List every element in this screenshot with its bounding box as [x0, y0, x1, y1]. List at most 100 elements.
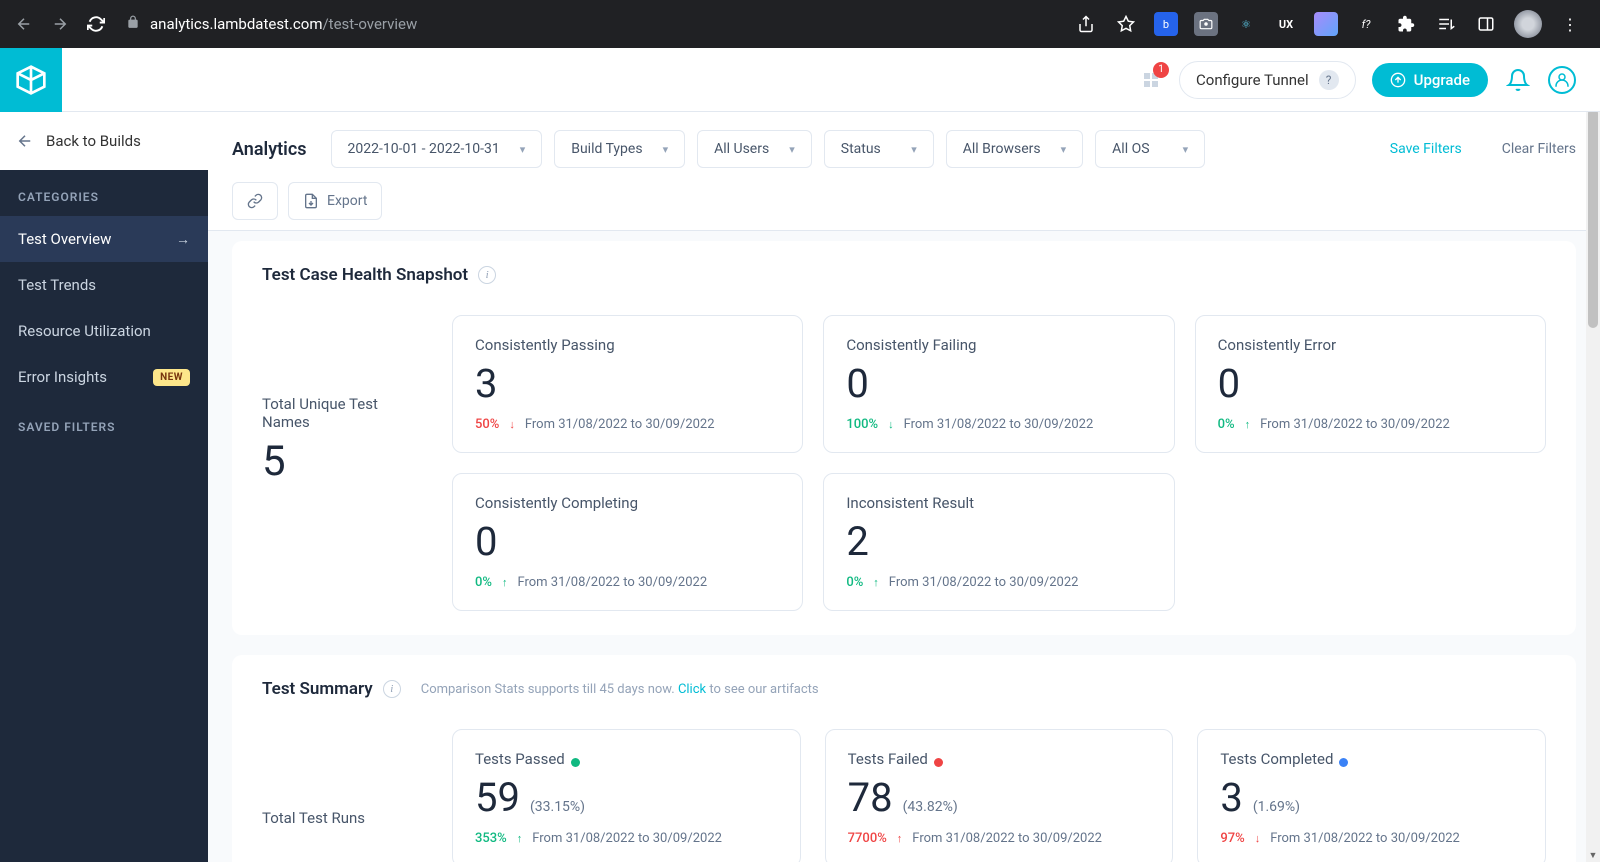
- metric-meta: 100% ↓ From 31/08/2022 to 30/09/2022: [846, 417, 1151, 432]
- scrollbar-thumb[interactable]: [1588, 108, 1598, 328]
- metric-date-range: From 31/08/2022 to 30/09/2022: [912, 831, 1102, 846]
- filters-bar: Analytics 2022-10-01 - 2022-10-31▾ Build…: [208, 112, 1600, 231]
- sidebar-item-label: Error Insights: [18, 368, 107, 386]
- browser-back-button[interactable]: [10, 10, 38, 38]
- sidebar-item-test-overview[interactable]: Test Overview →: [0, 216, 208, 262]
- metric-pct: 100%: [846, 417, 878, 432]
- extension-icon[interactable]: b: [1154, 12, 1178, 36]
- trend-arrow-icon: ↑: [873, 576, 879, 589]
- metric-meta: 7700% ↑ From 31/08/2022 to 30/09/2022: [848, 831, 1151, 846]
- metric-value-row: 3 (1.69%): [1220, 774, 1523, 831]
- metric-date-range: From 31/08/2022 to 30/09/2022: [525, 417, 715, 432]
- status-dot: [934, 758, 943, 767]
- browser-url-bar[interactable]: analytics.lambdatest.com/test-overview: [126, 15, 1066, 33]
- chevron-down-icon: ▾: [520, 143, 526, 156]
- upgrade-label: Upgrade: [1414, 71, 1470, 89]
- metric-value: 59: [475, 774, 520, 821]
- health-metric-card: Consistently Error 0 0% ↑ From 31/08/202…: [1195, 315, 1546, 453]
- browser-actions: b ⚛ UX f? ⋮: [1074, 10, 1590, 38]
- save-filters-button[interactable]: Save Filters: [1390, 141, 1462, 157]
- profile-avatar[interactable]: [1514, 10, 1542, 38]
- ux-icon[interactable]: UX: [1274, 12, 1298, 36]
- metric-label-row: Tests Passed: [475, 750, 778, 774]
- metric-pct: 0%: [475, 575, 492, 590]
- browser-forward-button[interactable]: [46, 10, 74, 38]
- extensions-icon[interactable]: [1394, 12, 1418, 36]
- user-avatar-icon[interactable]: [1548, 66, 1576, 94]
- metric-meta: 97% ↓ From 31/08/2022 to 30/09/2022: [1220, 831, 1523, 846]
- sidebar-item-test-trends[interactable]: Test Trends: [0, 262, 208, 308]
- metric-label: Inconsistent Result: [846, 494, 1151, 512]
- metric-label-row: Tests Failed: [848, 750, 1151, 774]
- chevron-down-icon: ▾: [663, 143, 669, 156]
- arrow-left-icon: [16, 132, 34, 150]
- metric-pct: 0%: [846, 575, 863, 590]
- app-logo[interactable]: [0, 48, 62, 112]
- react-icon[interactable]: ⚛: [1234, 12, 1258, 36]
- page-title: Analytics: [232, 139, 307, 160]
- sidebar: Back to Builds CATEGORIES Test Overview …: [0, 48, 208, 862]
- metric-value: 3: [1220, 774, 1242, 821]
- summary-metric-card: Tests Completed 3 (1.69%) 97% ↓ From 31/…: [1197, 729, 1546, 862]
- users-filter[interactable]: All Users▾: [697, 130, 812, 168]
- health-panel-title: Test Case Health Snapshot: [262, 265, 468, 285]
- browser-reload-button[interactable]: [82, 10, 110, 38]
- sidebar-item-resource-utilization[interactable]: Resource Utilization: [0, 308, 208, 354]
- metric-value: 0: [1218, 360, 1523, 407]
- info-icon[interactable]: i: [478, 266, 496, 284]
- metric-date-range: From 31/08/2022 to 30/09/2022: [1260, 417, 1450, 432]
- export-button[interactable]: Export: [288, 182, 382, 220]
- chevron-down-icon: ▾: [1061, 143, 1067, 156]
- clear-filters-button[interactable]: Clear Filters: [1502, 141, 1576, 157]
- metric-label: Consistently Completing: [475, 494, 780, 512]
- trend-arrow-icon: ↓: [509, 418, 515, 431]
- back-label: Back to Builds: [46, 132, 141, 150]
- total-runs-label: Total Test Runs: [262, 809, 422, 827]
- health-metric-card: Consistently Completing 0 0% ↑ From 31/0…: [452, 473, 803, 611]
- apps-grid-button[interactable]: 1: [1139, 68, 1163, 92]
- metric-meta: 0% ↑ From 31/08/2022 to 30/09/2022: [846, 575, 1151, 590]
- link-icon: [247, 193, 263, 209]
- configure-tunnel-button[interactable]: Configure Tunnel ?: [1179, 61, 1356, 99]
- metric-label: Consistently Error: [1218, 336, 1523, 354]
- metric-value: 0: [475, 518, 780, 565]
- info-icon[interactable]: i: [383, 680, 401, 698]
- camera-icon[interactable]: [1194, 12, 1218, 36]
- metric-value: 3: [475, 360, 780, 407]
- browsers-filter[interactable]: All Browsers▾: [946, 130, 1083, 168]
- metric-meta: 0% ↑ From 31/08/2022 to 30/09/2022: [1218, 417, 1523, 432]
- bookmark-icon[interactable]: [1114, 12, 1138, 36]
- share-icon[interactable]: [1074, 12, 1098, 36]
- categories-header: CATEGORIES: [0, 170, 208, 216]
- summary-note-link[interactable]: Click: [678, 682, 706, 697]
- scrollbar-track[interactable]: ▲ ▼: [1586, 48, 1600, 862]
- build-types-filter[interactable]: Build Types▾: [554, 130, 685, 168]
- browser-chrome: analytics.lambdatest.com/test-overview b…: [0, 0, 1600, 48]
- metric-sub-pct: (1.69%): [1253, 799, 1300, 815]
- date-range-filter[interactable]: 2022-10-01 - 2022-10-31▾: [331, 130, 543, 168]
- scroll-down-icon[interactable]: ▼: [1586, 848, 1600, 862]
- metric-value: 0: [846, 360, 1151, 407]
- notifications-icon[interactable]: [1504, 66, 1532, 94]
- extension-icon-3[interactable]: f?: [1354, 12, 1378, 36]
- url-domain: analytics.lambdatest.com: [150, 15, 322, 33]
- metric-pct: 353%: [475, 831, 507, 846]
- summary-note: Comparison Stats supports till 45 days n…: [421, 682, 819, 697]
- panel-icon[interactable]: [1474, 12, 1498, 36]
- health-panel: Test Case Health Snapshot i Total Unique…: [232, 241, 1576, 635]
- playlist-icon[interactable]: [1434, 12, 1458, 36]
- metric-meta: 0% ↑ From 31/08/2022 to 30/09/2022: [475, 575, 780, 590]
- sidebar-item-label: Test Overview: [18, 230, 111, 248]
- os-filter[interactable]: All OS▾: [1095, 130, 1205, 168]
- upgrade-button[interactable]: Upgrade: [1372, 63, 1488, 97]
- copy-link-button[interactable]: [232, 182, 278, 220]
- status-filter[interactable]: Status▾: [824, 130, 934, 168]
- metric-value-row: 59 (33.15%): [475, 774, 778, 831]
- sidebar-item-error-insights[interactable]: Error Insights NEW: [0, 354, 208, 400]
- new-badge: NEW: [153, 369, 190, 386]
- extension-icon-2[interactable]: [1314, 12, 1338, 36]
- metric-date-range: From 31/08/2022 to 30/09/2022: [904, 417, 1094, 432]
- trend-arrow-icon: ↑: [1245, 418, 1251, 431]
- back-to-builds-button[interactable]: Back to Builds: [0, 112, 208, 170]
- kebab-menu-icon[interactable]: ⋮: [1558, 12, 1582, 36]
